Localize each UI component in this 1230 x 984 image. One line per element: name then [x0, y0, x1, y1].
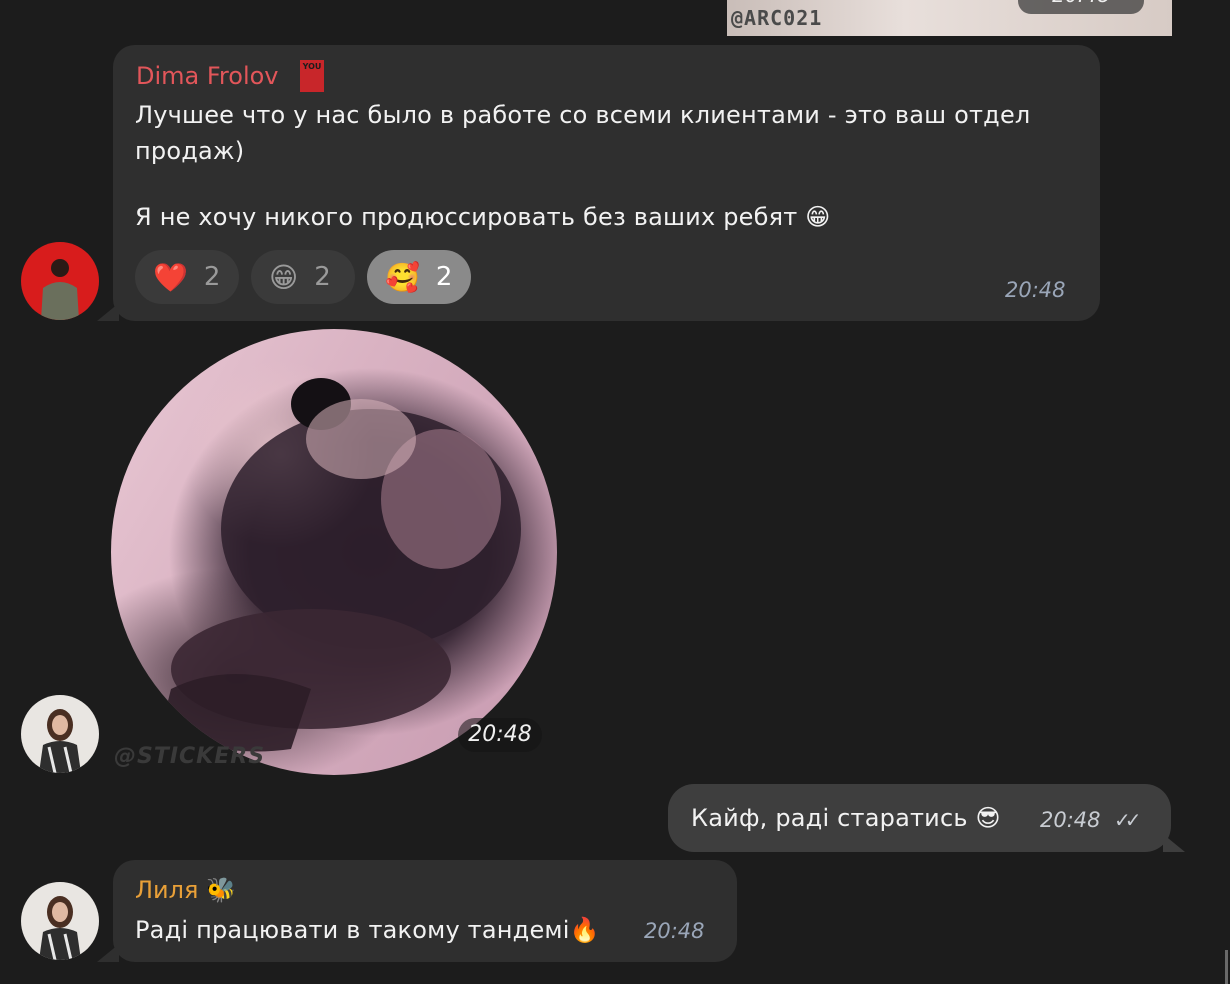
- sender-badge-icon: YOU: [300, 60, 324, 92]
- person-icon: [39, 896, 81, 960]
- media-watermark: @ARC021: [731, 6, 823, 30]
- message-time: 20:48: [1005, 278, 1066, 302]
- bubble-tail: [97, 303, 119, 321]
- message-text: Раді працювати в такому тандемі🔥: [135, 916, 600, 944]
- sender-badge-text: YOU: [302, 62, 322, 71]
- read-checkmarks-icon: ✓✓: [1114, 808, 1141, 832]
- reaction-count: 2: [435, 262, 453, 292]
- reaction-count: 2: [314, 262, 331, 292]
- reaction-heart[interactable]: ❤️ 2: [135, 250, 239, 304]
- outgoing-message-time: 20:48: [1040, 808, 1101, 832]
- heart-icon: ❤️: [153, 260, 188, 294]
- media-message-top[interactable]: @ARC021 20:48: [727, 0, 1172, 36]
- avatar-lilya[interactable]: [21, 882, 99, 960]
- reaction-smiling-hearts[interactable]: 🥰 2: [367, 250, 471, 304]
- message-text-line: Я не хочу никого продюссировать без ваши…: [135, 203, 831, 231]
- message-text-line: продаж): [135, 137, 245, 165]
- video-watermark: @STICKERS: [114, 744, 266, 769]
- grin-face-icon: 😁: [269, 260, 299, 294]
- round-video-message[interactable]: [111, 329, 557, 775]
- video-frame: [161, 378, 521, 752]
- outgoing-message-text: Кайф, раді старатись 😎: [691, 804, 1001, 832]
- scrollbar[interactable]: [1225, 950, 1228, 984]
- person-icon: [39, 709, 81, 773]
- bubble-tail: [97, 944, 119, 962]
- sender-name[interactable]: Лиля 🐝: [135, 876, 236, 904]
- video-time: 20:48: [458, 718, 542, 752]
- person-icon: [41, 259, 79, 320]
- reaction-grin[interactable]: 😁 2: [251, 250, 355, 304]
- avatar-dima[interactable]: [21, 242, 99, 320]
- message-text-line: Лучшее что у нас было в работе со всеми …: [135, 101, 1031, 129]
- smiling-hearts-icon: 🥰: [385, 260, 420, 294]
- avatar-lilya[interactable]: [21, 695, 99, 773]
- message-time: 20:48: [644, 919, 705, 943]
- sender-name[interactable]: Dima Frolov: [136, 62, 279, 90]
- bubble-tail: [1163, 834, 1185, 852]
- media-time: 20:48: [1018, 0, 1144, 14]
- reaction-count: 2: [203, 262, 221, 292]
